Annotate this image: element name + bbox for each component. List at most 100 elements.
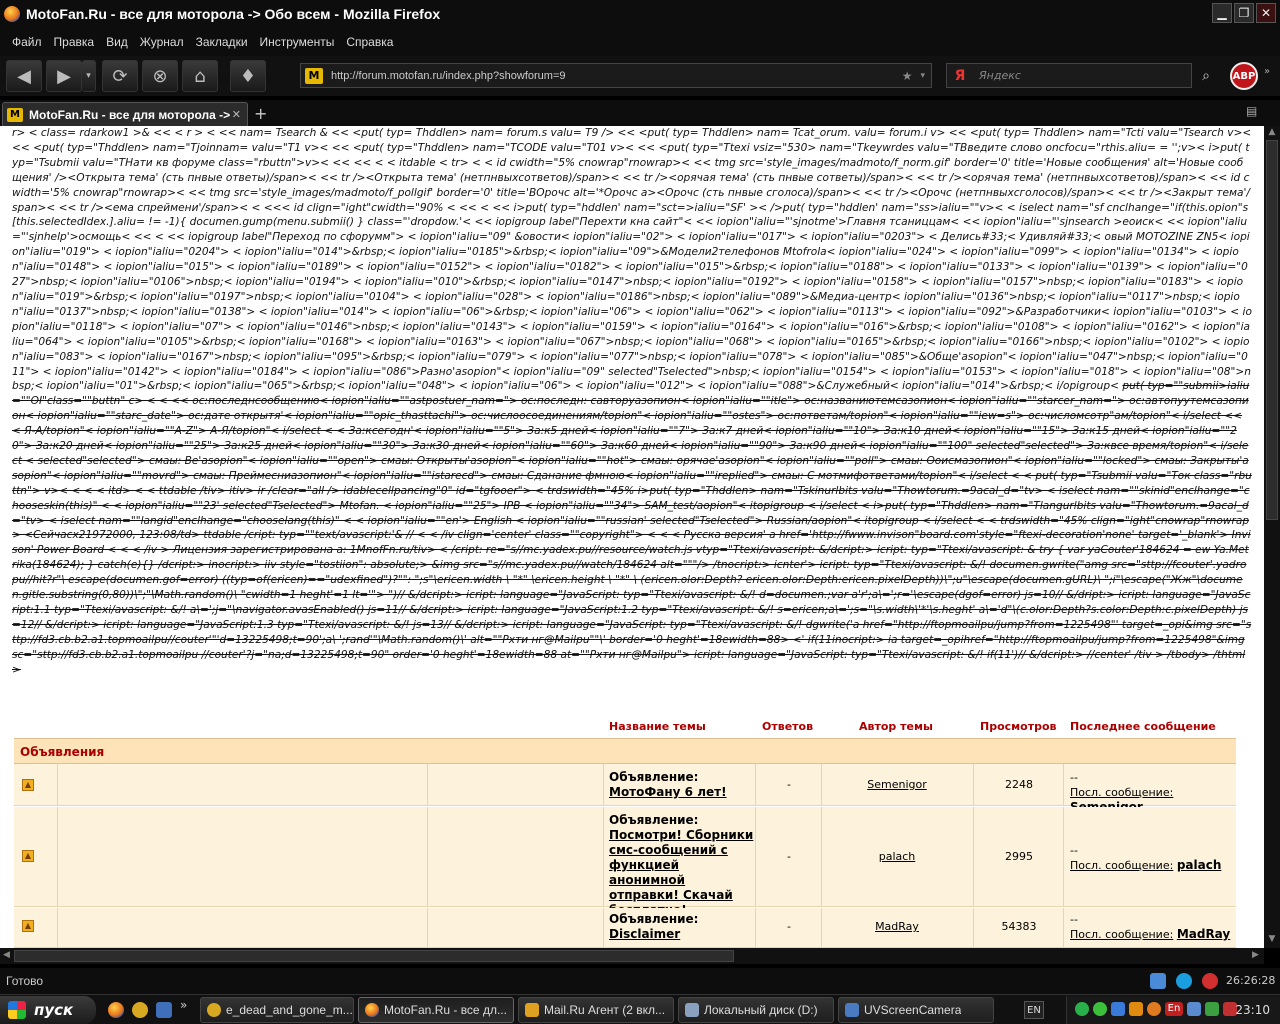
tray-green-icon[interactable]: [1075, 1002, 1089, 1016]
search-bar[interactable]: Я Яндекс: [946, 63, 1192, 88]
header-replies[interactable]: Ответов: [762, 720, 813, 733]
header-topic-title[interactable]: Название темы: [609, 720, 706, 733]
search-input[interactable]: Яндекс: [979, 69, 1021, 82]
last-post-label-link[interactable]: Посл. сообщение:: [1070, 786, 1173, 799]
vertical-scrollbar[interactable]: ▲ ▼: [1264, 126, 1280, 948]
page-content: r> < class= rdarkow1 >& << < r > < << na…: [0, 126, 1264, 948]
toolbar-overflow-icon[interactable]: »: [1264, 66, 1270, 77]
tray-icq-icon[interactable]: [1093, 1002, 1107, 1016]
stop-button[interactable]: ⊗: [142, 60, 178, 92]
language-indicator[interactable]: EN: [1024, 1001, 1044, 1019]
tray-lang-icon[interactable]: En: [1165, 1002, 1183, 1016]
last-post-label-link[interactable]: Посл. сообщение:: [1070, 859, 1173, 872]
tab-list-icon[interactable]: ▤: [1246, 104, 1257, 118]
topic-views: 54383: [1001, 920, 1037, 933]
home-button[interactable]: ⌂: [182, 60, 218, 92]
network-status-icon[interactable]: [1150, 973, 1166, 989]
tab-close-icon[interactable]: ✕: [232, 108, 241, 121]
skype-icon[interactable]: [1176, 973, 1192, 989]
scroll-left-icon[interactable]: ◀: [3, 950, 10, 960]
topic-title: Объявление: Disclaimer: [609, 912, 757, 942]
disk-icon: [685, 1003, 699, 1017]
topic-link[interactable]: Disclaimer: [609, 927, 680, 941]
app-quicklaunch-icon[interactable]: [132, 1002, 148, 1018]
tray-player-icon[interactable]: [1129, 1002, 1143, 1016]
new-tab-button[interactable]: +: [254, 104, 267, 123]
close-button[interactable]: ✕: [1256, 3, 1276, 23]
last-post-label-link[interactable]: Посл. сообщение:: [1070, 928, 1173, 941]
tab-label: MotoFan.Ru - все для моторола -> Об...: [29, 107, 232, 122]
taskbar-item-local-disk[interactable]: Локальный диск (D:): [678, 997, 834, 1023]
menu-file[interactable]: Файл: [12, 35, 42, 49]
last-post-dash: --: [1070, 913, 1078, 926]
topic-link[interactable]: Посмотри! Сборники смс-сообщений с функц…: [609, 828, 753, 917]
announcement-icon: ▲: [22, 779, 34, 791]
menu-view[interactable]: Вид: [106, 35, 128, 49]
table-row: ▲ Объявление: Disclaimer - MadRay 54383 …: [14, 908, 1236, 948]
announcement-icon: ▲: [22, 920, 34, 932]
horizontal-scrollbar[interactable]: ◀ ▶: [0, 948, 1264, 964]
header-last-post[interactable]: Последнее сообщение: [1070, 720, 1216, 733]
tray-blue-icon[interactable]: [1111, 1002, 1125, 1016]
window-titlebar[interactable]: MotoFan.Ru - все для моторола -> Обо все…: [0, 0, 1280, 28]
last-post-author-link[interactable]: MadRay: [1177, 927, 1230, 941]
topic-author-link[interactable]: palach: [822, 850, 972, 863]
row-cell: [428, 908, 604, 947]
taskbar-item-uvscreencamera[interactable]: UVScreenCamera: [838, 997, 994, 1023]
addon-button[interactable]: ♦: [230, 60, 266, 92]
scroll-right-icon[interactable]: ▶: [1252, 950, 1259, 960]
vertical-scroll-thumb[interactable]: [1266, 140, 1278, 520]
topic-link[interactable]: МотоФану 6 лет!: [609, 785, 727, 799]
maximize-button[interactable]: ❐: [1234, 3, 1254, 23]
menu-help[interactable]: Справка: [346, 35, 393, 49]
topic-prefix: Объявление:: [609, 813, 699, 827]
header-views[interactable]: Просмотров: [980, 720, 1056, 733]
bookmark-star-icon[interactable]: ★: [902, 69, 913, 83]
taskbar-item-mailru-agent[interactable]: Mail.Ru Агент (2 вкл...: [518, 997, 674, 1023]
start-button[interactable]: пуск: [0, 996, 96, 1024]
tab-motofan[interactable]: M MotoFan.Ru - все для моторола -> Об...…: [2, 102, 248, 126]
system-tray: En 23:10: [1066, 996, 1280, 1024]
taskbar-item-firefox[interactable]: MotoFan.Ru - все дл...: [358, 997, 514, 1023]
menu-edit[interactable]: Правка: [54, 35, 95, 49]
url-dropdown-icon[interactable]: ▾: [920, 71, 925, 81]
desktop-quicklaunch-icon[interactable]: [156, 1002, 172, 1018]
quicklaunch-overflow-icon[interactable]: »: [180, 998, 187, 1012]
tray-safe-remove-icon[interactable]: [1205, 1002, 1219, 1016]
menu-bookmarks[interactable]: Закладки: [196, 35, 248, 49]
announcement-icon: ▲: [22, 850, 34, 862]
row-cell: [428, 807, 604, 906]
history-dropdown-button[interactable]: ▾: [82, 60, 96, 92]
topic-views: 2995: [1005, 850, 1033, 863]
tray-world-icon[interactable]: [1147, 1002, 1161, 1016]
topic-prefix: Объявление:: [609, 770, 699, 784]
taskbar-item-music[interactable]: e_dead_and_gone_m...: [200, 997, 354, 1023]
topic-author-link[interactable]: Semenigor: [822, 778, 972, 791]
topic-author-link[interactable]: MadRay: [822, 920, 972, 933]
forward-button[interactable]: ▶: [46, 60, 82, 92]
timer-icon[interactable]: [1202, 973, 1218, 989]
camera-icon: [845, 1003, 859, 1017]
yandex-icon[interactable]: Я: [951, 67, 969, 85]
topic-replies: -: [787, 850, 791, 863]
stop-icon: ⊗: [152, 65, 168, 87]
minimize-button[interactable]: ▁: [1212, 3, 1232, 23]
horizontal-scroll-thumb[interactable]: [14, 950, 734, 962]
back-button[interactable]: ◀: [6, 60, 42, 92]
section-announcements: Объявления: [14, 738, 1236, 764]
scroll-up-icon[interactable]: ▲: [1266, 127, 1278, 139]
tab-bar: M MotoFan.Ru - все для моторола -> Об...…: [0, 100, 1280, 126]
menu-tools[interactable]: Инструменты: [260, 35, 335, 49]
header-author[interactable]: Автор темы: [859, 720, 933, 733]
search-button[interactable]: ⌕: [1196, 66, 1216, 86]
adblock-plus-icon[interactable]: ABP: [1230, 62, 1258, 90]
tray-network-icon[interactable]: [1187, 1002, 1201, 1016]
scroll-down-icon[interactable]: ▼: [1266, 934, 1278, 946]
pencil-icon: [525, 1003, 539, 1017]
firefox-quicklaunch-icon[interactable]: [108, 1002, 124, 1018]
reload-button[interactable]: ⟳: [102, 60, 138, 92]
menu-history[interactable]: Журнал: [140, 35, 184, 49]
address-bar[interactable]: M http://forum.motofan.ru/index.php?show…: [300, 63, 932, 88]
url-text[interactable]: http://forum.motofan.ru/index.php?showfo…: [331, 70, 902, 82]
last-post-author-link[interactable]: palach: [1177, 858, 1222, 872]
